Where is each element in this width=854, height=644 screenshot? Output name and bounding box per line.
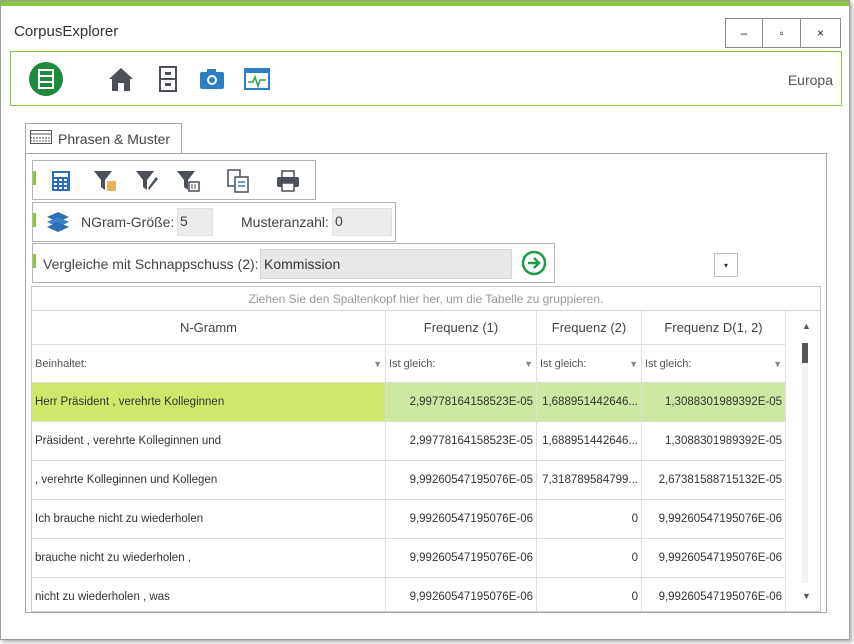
arrow-right-circle-icon[interactable] [520, 249, 548, 277]
filter-operator: Ist gleich: [389, 357, 436, 370]
layers-icon [45, 210, 71, 236]
filter-funnel-icon[interactable]: ▼ [629, 359, 638, 369]
main-toolbar: Europa [10, 51, 842, 106]
toolbar-grip [33, 213, 36, 227]
freq2-cell: 7,318789584799... [537, 461, 642, 500]
column-header-freq1[interactable]: Frequenz (1) [386, 311, 537, 345]
freq2-cell: 0 [537, 578, 642, 611]
filter-add-icon[interactable] [92, 168, 118, 194]
phrasen-panel: NGram-Größe: 5 Musteranzahl: 0 Vergleich… [25, 153, 827, 613]
monitor-icon[interactable] [242, 64, 272, 94]
filter-cell-freq2[interactable]: Ist gleich: ▼ [537, 345, 642, 383]
region-label: Europa [787, 72, 833, 88]
table-row[interactable]: Herr Präsident , verehrte Kolleginnen 2,… [32, 383, 786, 422]
maximize-button[interactable]: ▫ [763, 18, 801, 48]
table-row[interactable]: Ich brauche nicht zu wiederholen 9,99260… [32, 500, 786, 539]
filter-cell-freq1[interactable]: Ist gleich: ▼ [386, 345, 537, 383]
home-icon[interactable] [106, 64, 136, 94]
column-header-ngram[interactable]: N-Gramm [32, 311, 386, 345]
ngram-cell: Präsident , verehrte Kolleginnen und [32, 422, 386, 461]
grid-filter-row: Beinhaltet: ▼ Ist gleich: ▼ Ist gleich: … [32, 345, 786, 383]
ngram-grid: Ziehen Sie den Spaltenkopf hier her, um … [31, 286, 821, 612]
freq2-cell: 1,688951442646... [537, 422, 642, 461]
column-header-freq2[interactable]: Frequenz (2) [537, 311, 642, 345]
column-header-freqd[interactable]: Frequenz D(1, 2) [642, 311, 786, 345]
ngram-cell: nicht zu wiederholen , was [32, 578, 386, 611]
ngram-toolbar: NGram-Größe: 5 Musteranzahl: 0 [32, 202, 396, 242]
database-icon[interactable] [29, 62, 63, 96]
freq2-cell: 0 [537, 539, 642, 578]
calculator-icon[interactable] [48, 168, 74, 194]
tab-label: Phrasen & Muster [58, 130, 171, 147]
table-row[interactable]: nicht zu wiederholen , was 9,99260547195… [32, 578, 786, 611]
table-icon [30, 130, 52, 147]
filter-operator: Beinhaltet: [35, 357, 87, 370]
dropdown-arrow-button[interactable]: ▾ [714, 253, 738, 277]
freq1-cell: 9,99260547195076E-06 [386, 539, 537, 578]
grid-header-row: N-Gramm Frequenz (1) Frequenz (2) Freque… [32, 311, 786, 345]
freqd-cell: 1,3088301989392E-05 [642, 383, 786, 422]
table-row[interactable]: Präsident , verehrte Kolleginnen und 2,9… [32, 422, 786, 461]
freq1-cell: 2,99778164158523E-05 [386, 422, 537, 461]
ngram-cell: , verehrte Kolleginnen und Kollegen [32, 461, 386, 500]
filter-funnel-icon[interactable]: ▼ [773, 359, 782, 369]
compare-label: Vergleiche mit Schnappschuss (2): [43, 256, 259, 272]
scroll-down-icon[interactable]: ▼ [802, 591, 811, 601]
scroll-up-icon[interactable]: ▲ [802, 321, 811, 331]
close-button[interactable]: × [801, 18, 841, 48]
snapshot-dropdown[interactable]: Kommission ▾ [260, 249, 738, 279]
ngram-size-label: NGram-Größe: [81, 214, 175, 230]
pattern-count-input[interactable]: 0 [332, 208, 392, 236]
minimize-button[interactable]: ‒ [725, 18, 763, 48]
toolbar-grip [33, 171, 36, 185]
main-window: CorpusExplorer ‒ ▫ × Europa Phrasen & Mu… [0, 0, 850, 640]
group-panel-hint: Ziehen Sie den Spaltenkopf hier her, um … [32, 287, 820, 311]
filter-clear-icon[interactable] [175, 168, 201, 194]
freqd-cell: 9,99260547195076E-06 [642, 500, 786, 539]
freq2-cell: 1,688951442646... [537, 383, 642, 422]
freq1-cell: 9,99260547195076E-05 [386, 461, 537, 500]
compare-toolbar: Vergleiche mit Schnappschuss (2): Kommis… [32, 243, 738, 283]
filter-cell-ngram[interactable]: Beinhaltet: ▼ [32, 345, 386, 383]
table-row[interactable]: brauche nicht zu wiederholen , 9,9926054… [32, 539, 786, 578]
window-title: CorpusExplorer [14, 23, 119, 40]
toolbar-grip [33, 254, 36, 268]
pattern-count-label: Musteranzahl: [241, 214, 329, 230]
freq2-cell: 0 [537, 500, 642, 539]
cabinet-icon[interactable] [153, 64, 183, 94]
scroll-thumb[interactable] [802, 343, 808, 363]
filter-operator: Ist gleich: [645, 357, 692, 370]
ngram-cell: brauche nicht zu wiederholen , [32, 539, 386, 578]
ngram-cell: Ich brauche nicht zu wiederholen [32, 500, 386, 539]
table-row[interactable]: , verehrte Kolleginnen und Kollegen 9,99… [32, 461, 786, 500]
action-toolbar [32, 160, 316, 200]
filter-cell-freqd[interactable]: Ist gleich: ▼ [642, 345, 786, 383]
filter-edit-icon[interactable] [134, 168, 160, 194]
freqd-cell: 9,99260547195076E-06 [642, 578, 786, 611]
filter-funnel-icon[interactable]: ▼ [524, 359, 533, 369]
print-icon[interactable] [275, 168, 301, 194]
camera-icon[interactable] [197, 64, 227, 94]
snapshot-selected: Kommission [264, 256, 341, 272]
freqd-cell: 1,3088301989392E-05 [642, 422, 786, 461]
vertical-scrollbar[interactable]: ▲ ▼ [795, 311, 820, 611]
freqd-cell: 2,67381588715132E-05 [642, 461, 786, 500]
window-accent-bar [1, 1, 849, 6]
export-icon[interactable] [225, 168, 251, 194]
ngram-cell: Herr Präsident , verehrte Kolleginnen [32, 383, 386, 422]
freqd-cell: 9,99260547195076E-06 [642, 539, 786, 578]
ngram-size-input[interactable]: 5 [177, 208, 213, 236]
freq1-cell: 9,99260547195076E-06 [386, 500, 537, 539]
scroll-track[interactable] [802, 343, 808, 583]
tab-phrasen-muster[interactable]: Phrasen & Muster [25, 123, 182, 153]
freq1-cell: 9,99260547195076E-06 [386, 578, 537, 611]
freq1-cell: 2,99778164158523E-05 [386, 383, 537, 422]
filter-funnel-icon[interactable]: ▼ [373, 359, 382, 369]
filter-operator: Ist gleich: [540, 357, 587, 370]
